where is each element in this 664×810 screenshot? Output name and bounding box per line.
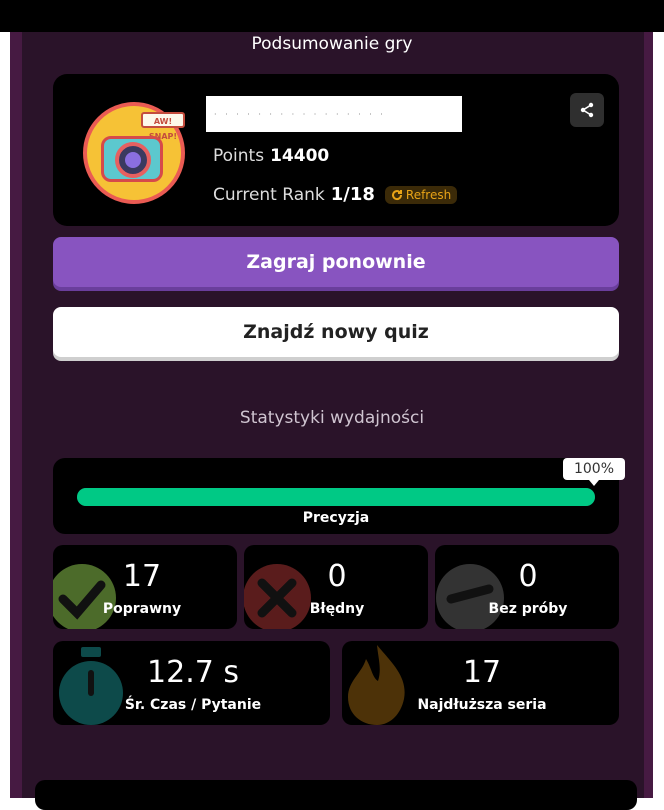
streak-tile: 17 Najdłuższa seria: [342, 641, 619, 725]
accuracy-percent-bubble: 100%: [563, 458, 625, 486]
player-card: AW! SNAP! · · · · · · · · · · · · · · · …: [53, 74, 619, 226]
page-title: Podsumowanie gry: [251, 34, 413, 54]
rank-label: Current Rank: [213, 184, 325, 205]
accuracy-card: 100% Precyzja: [53, 458, 625, 534]
bottom-card: [35, 780, 637, 810]
avg-time-value: 12.7 s: [147, 655, 239, 690]
correct-tile: 17 Poprawny: [53, 545, 237, 629]
points-line: Points 14400: [213, 146, 329, 166]
refresh-label: Refresh: [405, 187, 452, 202]
rank-line: Current Rank 1/18 Refresh: [213, 184, 458, 205]
redacted-dots: · · · · · · · · · · · · · · · ·: [214, 110, 386, 119]
share-icon: [580, 102, 594, 118]
find-new-quiz-button[interactable]: Znajdź nowy quiz: [53, 307, 619, 357]
unattempted-tile: 0 Bez próby: [435, 545, 619, 629]
streak-value: 17: [462, 655, 502, 690]
incorrect-tile: 0 Błędny: [244, 545, 428, 629]
top-bar: [0, 0, 664, 32]
streak-label: Najdłuższa seria: [417, 697, 547, 713]
camera-lens-inner-icon: [125, 152, 141, 168]
incorrect-label: Błędny: [309, 601, 365, 617]
refresh-button[interactable]: Refresh: [384, 185, 458, 204]
avg-time-label: Śr. Czas / Pytanie: [124, 697, 262, 713]
avatar: AW! SNAP!: [83, 102, 185, 204]
unattempted-label: Bez próby: [488, 601, 568, 617]
correct-value: 17: [122, 559, 162, 594]
refresh-icon: [391, 189, 402, 200]
player-name-redacted: · · · · · · · · · · · · · · · ·: [206, 96, 462, 132]
stats-title: Statystyki wydajności: [239, 408, 425, 428]
correct-label: Poprawny: [102, 601, 182, 617]
avatar-badge-text: AW! SNAP!: [141, 112, 185, 141]
share-button[interactable]: [570, 93, 604, 127]
play-again-button[interactable]: Zagraj ponownie: [53, 237, 619, 287]
incorrect-value: 0: [327, 559, 347, 594]
accuracy-track: [77, 488, 595, 506]
points-label: Points: [213, 146, 265, 166]
avg-time-tile: 12.7 s Śr. Czas / Pytanie: [53, 641, 330, 725]
points-value: 14400: [270, 146, 330, 166]
accuracy-fill: [77, 488, 595, 506]
accuracy-label: Precyzja: [302, 510, 370, 526]
rank-value: 1/18: [330, 184, 375, 205]
unattempted-value: 0: [518, 559, 538, 594]
